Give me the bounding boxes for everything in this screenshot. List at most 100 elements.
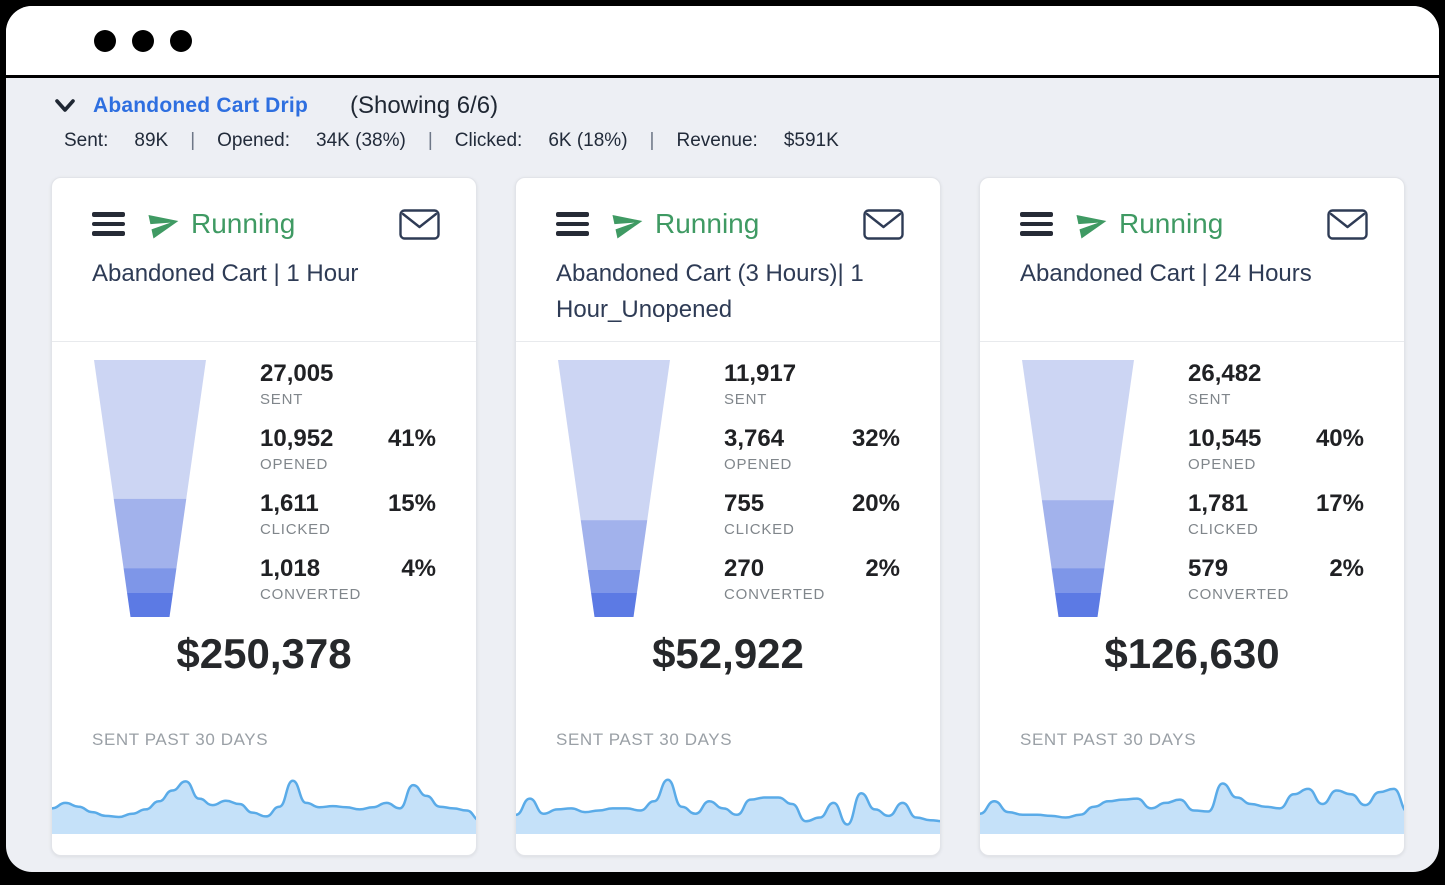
stat-clicked-value: 6K (18%) <box>548 130 627 152</box>
metric-clicked-label: CLICKED <box>1188 521 1259 538</box>
metric-converted-label: CONVERTED <box>1188 586 1289 603</box>
status-badge: Running <box>147 208 295 240</box>
campaign-card[interactable]: Running Abandoned Cart | 1 Hour 27,005 <box>51 177 477 856</box>
status-badge: Running <box>611 208 759 240</box>
metric-converted-value: 270 <box>724 555 825 583</box>
metric-clicked-label: CLICKED <box>724 521 795 538</box>
metric-converted-pct: 2% <box>865 555 900 620</box>
metrics-list: 11,917 SENT 3,764 OPENED 32% 755 CLICKED… <box>724 360 900 622</box>
card-menu-button[interactable] <box>556 212 589 236</box>
metric-clicked-pct: 15% <box>388 490 436 555</box>
revenue-total: $126,630 <box>980 630 1404 686</box>
metric-opened-value: 10,952 <box>260 425 333 453</box>
metric-opened-pct: 32% <box>852 425 900 490</box>
metric-sent-value: 26,482 <box>1188 360 1261 388</box>
sparkline-chart <box>980 772 1404 834</box>
status-badge: Running <box>1075 208 1223 240</box>
metric-sent-value: 27,005 <box>260 360 333 388</box>
metric-opened-pct: 40% <box>1316 425 1364 490</box>
stat-opened-value: 34K (38%) <box>316 130 406 152</box>
metric-opened: 10,545 OPENED 40% <box>1188 425 1364 490</box>
hamburger-icon <box>1020 212 1053 217</box>
envelope-icon <box>863 209 904 240</box>
email-button[interactable] <box>1327 209 1368 240</box>
paper-plane-icon <box>608 205 648 243</box>
stat-sent-value: 89K <box>134 130 168 152</box>
hamburger-icon <box>556 212 589 217</box>
stat-revenue-label: Revenue: <box>676 130 757 152</box>
metric-clicked-value: 755 <box>724 490 795 518</box>
metric-converted-value: 1,018 <box>260 555 361 583</box>
metric-clicked-pct: 17% <box>1316 490 1364 555</box>
campaign-cards-row: Running Abandoned Cart | 1 Hour 27,005 <box>51 177 1405 856</box>
collapse-group-button[interactable] <box>51 93 79 119</box>
showing-count: (Showing 6/6) <box>350 92 498 120</box>
metric-clicked-value: 1,781 <box>1188 490 1259 518</box>
envelope-icon <box>399 209 440 240</box>
metric-sent-label: SENT <box>1188 391 1261 408</box>
sparkline-chart <box>52 772 476 834</box>
card-body: 11,917 SENT 3,764 OPENED 32% 755 CLICKED… <box>516 342 940 622</box>
envelope-icon <box>1327 209 1368 240</box>
campaign-title: Abandoned Cart (3 Hours)| 1 Hour_Unopene… <box>556 256 904 328</box>
status-text: Running <box>655 208 759 240</box>
funnel-chart <box>558 360 670 622</box>
revenue-total: $52,922 <box>516 630 940 686</box>
stat-separator: | <box>190 130 195 152</box>
metric-sent: 27,005 SENT <box>260 360 436 425</box>
card-menu-button[interactable] <box>1020 212 1053 236</box>
status-text: Running <box>191 208 295 240</box>
hamburger-icon <box>92 212 125 217</box>
window-dot-2[interactable] <box>132 30 154 52</box>
metrics-list: 26,482 SENT 10,545 OPENED 40% 1,781 CLIC… <box>1188 360 1364 622</box>
stat-separator: | <box>428 130 433 152</box>
sparkline-label: SENT PAST 30 DAYS <box>92 730 476 750</box>
stat-sent: Sent: 89K <box>64 130 168 152</box>
card-header: Running Abandoned Cart (3 Hours)| 1 Hour… <box>516 178 940 341</box>
chevron-down-icon <box>51 93 79 119</box>
metric-clicked: 1,611 CLICKED 15% <box>260 490 436 555</box>
window-titlebar <box>6 6 1439 78</box>
status-text: Running <box>1119 208 1223 240</box>
metric-sent-label: SENT <box>724 391 796 408</box>
metric-converted-pct: 2% <box>1329 555 1364 620</box>
card-body: 27,005 SENT 10,952 OPENED 41% 1,611 CLIC… <box>52 342 476 622</box>
metric-converted-pct: 4% <box>401 555 436 620</box>
email-button[interactable] <box>863 209 904 240</box>
metric-converted-label: CONVERTED <box>260 586 361 603</box>
stat-opened-label: Opened: <box>217 130 290 152</box>
paper-plane-icon <box>144 205 184 243</box>
metric-converted-label: CONVERTED <box>724 586 825 603</box>
metric-converted: 270 CONVERTED 2% <box>724 555 900 620</box>
metric-sent-label: SENT <box>260 391 333 408</box>
window-dot-1[interactable] <box>94 30 116 52</box>
campaign-card[interactable]: Running Abandoned Cart | 24 Hours 26,482 <box>979 177 1405 856</box>
funnel-chart <box>1022 360 1134 622</box>
campaign-group-title[interactable]: Abandoned Cart Drip <box>93 94 308 118</box>
metric-opened-value: 10,545 <box>1188 425 1261 453</box>
metric-opened-label: OPENED <box>724 456 792 473</box>
funnel-chart <box>94 360 206 622</box>
card-body: 26,482 SENT 10,545 OPENED 40% 1,781 CLIC… <box>980 342 1404 622</box>
sparkline-chart <box>516 772 940 834</box>
email-button[interactable] <box>399 209 440 240</box>
card-header: Running Abandoned Cart | 1 Hour <box>52 178 476 341</box>
metric-opened: 10,952 OPENED 41% <box>260 425 436 490</box>
card-header: Running Abandoned Cart | 24 Hours <box>980 178 1404 341</box>
card-menu-button[interactable] <box>92 212 125 236</box>
stat-opened: Opened: 34K (38%) <box>217 130 406 152</box>
paper-plane-icon <box>1072 205 1112 243</box>
metric-clicked-value: 1,611 <box>260 490 331 518</box>
metric-opened-label: OPENED <box>260 456 333 473</box>
stat-clicked: Clicked: 6K (18%) <box>455 130 628 152</box>
stat-sent-label: Sent: <box>64 130 108 152</box>
metric-clicked: 755 CLICKED 20% <box>724 490 900 555</box>
browser-window: Abandoned Cart Drip (Showing 6/6) Sent: … <box>6 6 1439 872</box>
stat-separator: | <box>650 130 655 152</box>
metric-sent: 26,482 SENT <box>1188 360 1364 425</box>
stat-revenue: Revenue: $591K <box>676 130 838 152</box>
window-dot-3[interactable] <box>170 30 192 52</box>
metric-opened-label: OPENED <box>1188 456 1261 473</box>
campaign-card[interactable]: Running Abandoned Cart (3 Hours)| 1 Hour… <box>515 177 941 856</box>
sparkline-label: SENT PAST 30 DAYS <box>1020 730 1404 750</box>
